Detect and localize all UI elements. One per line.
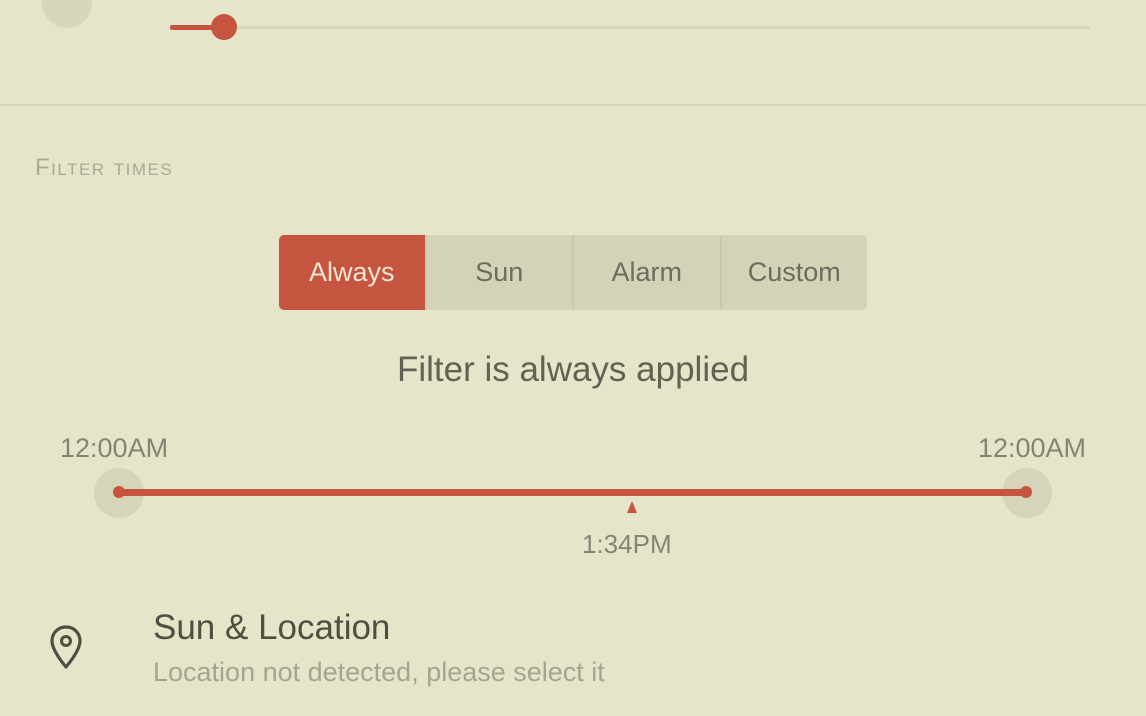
intensity-slider-thumb[interactable]: [211, 14, 237, 40]
mode-sun-button[interactable]: Sun: [424, 235, 573, 310]
location-pin-icon: [50, 625, 82, 669]
intensity-slider-track[interactable]: [170, 26, 1090, 29]
location-setting-subtitle: Location not detected, please select it: [153, 657, 605, 687]
section-title-filter-times: Filter times: [35, 154, 174, 181]
mode-alarm-button[interactable]: Alarm: [572, 235, 720, 310]
filter-mode-segmented-control: Always Sun Alarm Custom: [279, 235, 867, 310]
location-setting-title[interactable]: Sun & Location: [153, 608, 390, 648]
range-end-label: 12:00AM: [977, 433, 1086, 463]
range-start-label: 12:00AM: [60, 433, 169, 463]
time-range-track: [117, 489, 1030, 496]
filter-status-text: Filter is always applied: [396, 350, 750, 389]
current-time-label: 1:34PM: [582, 529, 672, 559]
current-time-marker: [627, 501, 637, 513]
range-start-dot: [113, 486, 125, 498]
intensity-icon: [42, 0, 92, 28]
mode-custom-button[interactable]: Custom: [719, 235, 868, 310]
mode-always-button[interactable]: Always: [279, 235, 425, 310]
range-end-dot: [1020, 486, 1032, 498]
section-divider: [0, 104, 1146, 106]
